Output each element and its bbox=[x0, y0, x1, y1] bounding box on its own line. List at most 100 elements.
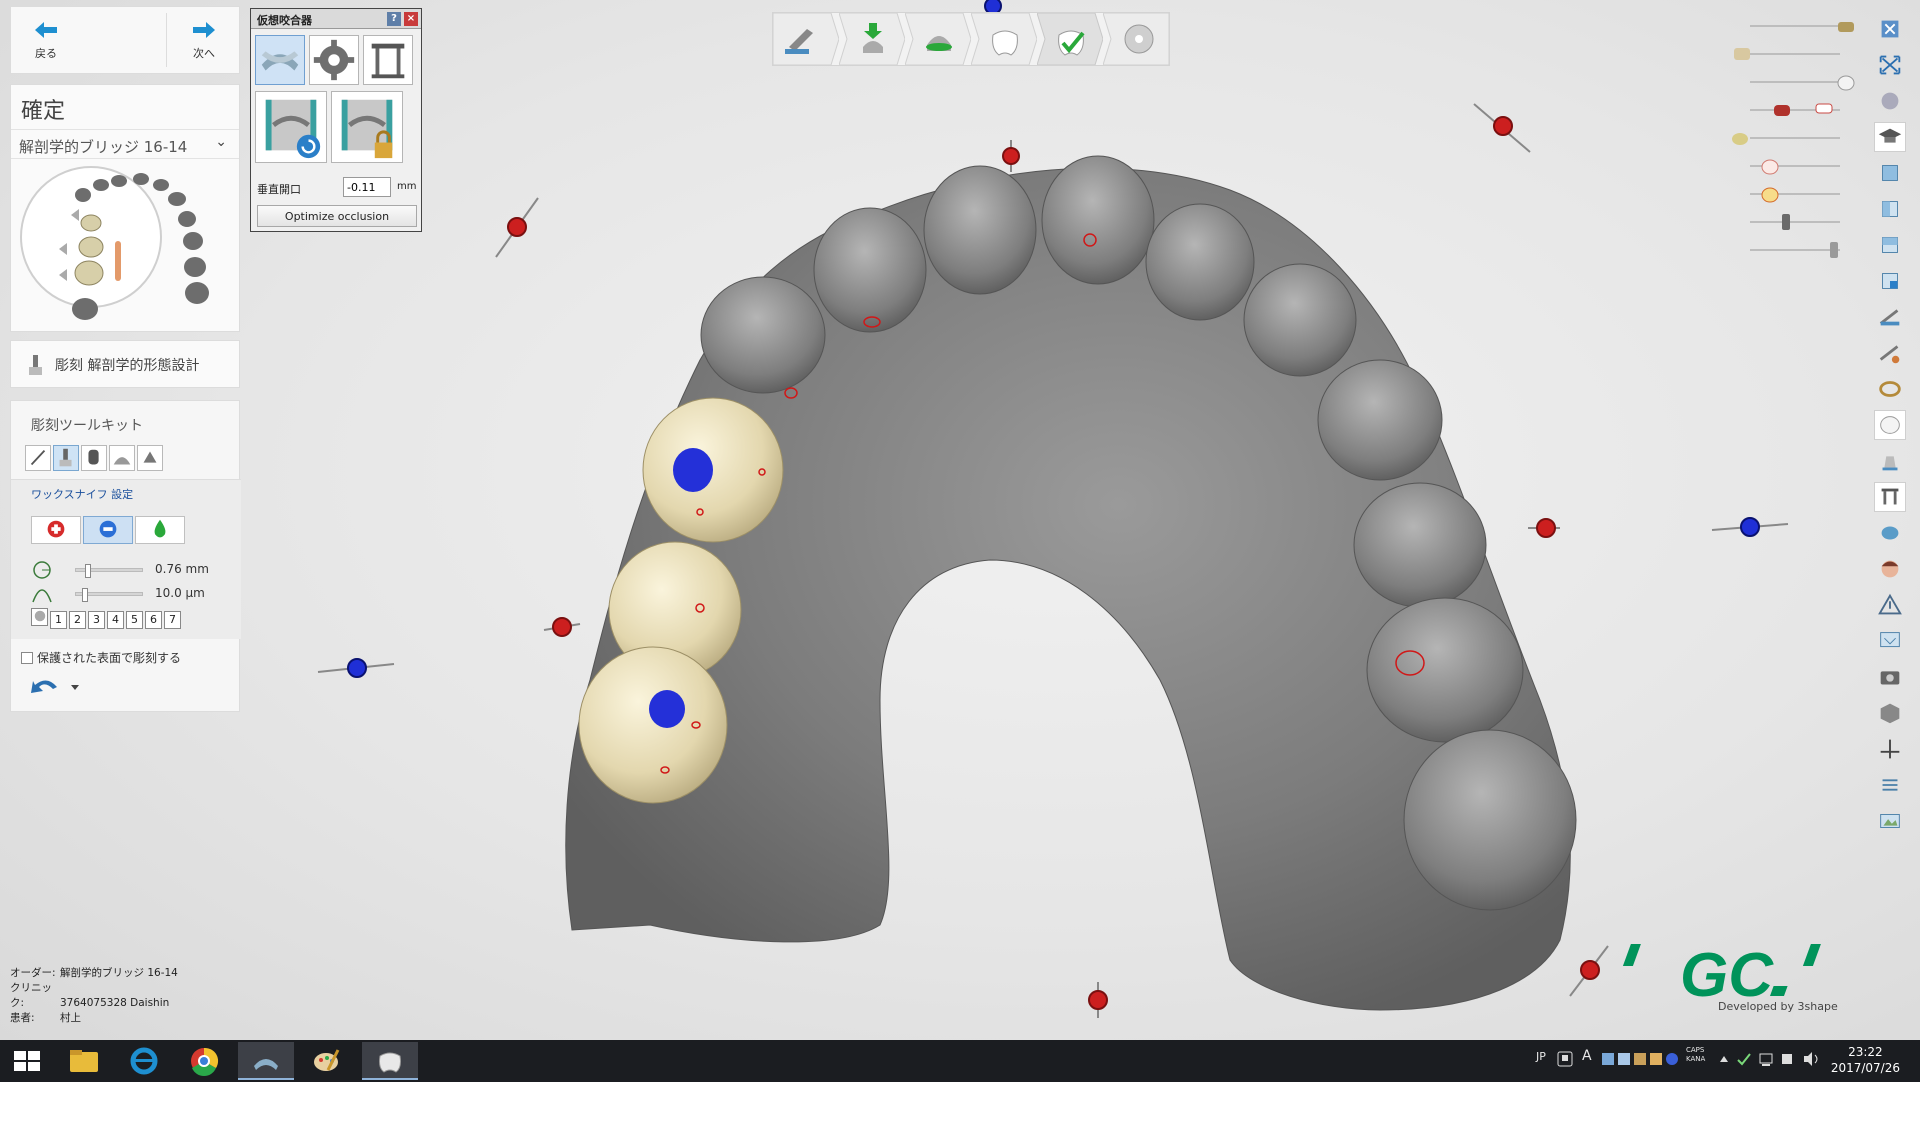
strength-slider-thumb[interactable] bbox=[82, 588, 89, 602]
workflow-step-insertion[interactable] bbox=[839, 13, 905, 65]
preset-button[interactable]: 5 bbox=[126, 611, 143, 629]
paint-button[interactable] bbox=[298, 1042, 354, 1080]
language-indicator[interactable]: JP bbox=[1536, 1050, 1546, 1063]
ring-tool-button[interactable] bbox=[1874, 374, 1906, 404]
camera-button[interactable] bbox=[1874, 662, 1906, 692]
ime-toolbar-icons[interactable] bbox=[1600, 1050, 1680, 1068]
face-view-button[interactable] bbox=[1874, 554, 1906, 584]
protect-surface-option[interactable]: 保護された表面で彫刻する bbox=[21, 649, 181, 666]
tool-smooth-button[interactable] bbox=[109, 445, 135, 471]
articulator-frame-button[interactable] bbox=[363, 35, 413, 85]
visibility-row-crown[interactable] bbox=[1736, 70, 1856, 94]
ime-mode[interactable]: A bbox=[1582, 1048, 1592, 1064]
add-material-button[interactable] bbox=[31, 516, 81, 544]
articulator-title: 仮想咬合器 bbox=[257, 14, 312, 27]
study-mode-button[interactable] bbox=[1874, 122, 1906, 152]
help-button[interactable]: ? bbox=[387, 12, 401, 26]
caps-label: CAPS bbox=[1686, 1046, 1705, 1054]
3d-object-button[interactable] bbox=[1874, 698, 1906, 728]
close-view-button[interactable] bbox=[1874, 14, 1906, 44]
ime-icon[interactable] bbox=[1556, 1050, 1574, 1068]
file-explorer-button[interactable] bbox=[56, 1042, 112, 1080]
taskbar-clock[interactable]: 23:22 2017/07/26 bbox=[1831, 1044, 1900, 1076]
view-side-button[interactable] bbox=[1874, 194, 1906, 224]
strength-slider[interactable] bbox=[75, 588, 143, 602]
visibility-row-implant[interactable] bbox=[1736, 210, 1856, 234]
view-top-button[interactable] bbox=[1874, 230, 1906, 260]
clip-plane-button[interactable] bbox=[1874, 338, 1906, 368]
tool-morph-button[interactable] bbox=[81, 445, 107, 471]
tooth-outline-icon bbox=[1880, 416, 1900, 434]
measure-button[interactable] bbox=[1874, 302, 1906, 332]
optimize-occlusion-button[interactable]: Optimize occlusion bbox=[257, 205, 417, 227]
fullscreen-button[interactable] bbox=[1874, 50, 1906, 80]
tooth-view-button[interactable] bbox=[1874, 410, 1906, 440]
tooth-app-taskbar-button[interactable] bbox=[362, 1042, 418, 1080]
scan-view-button[interactable] bbox=[1874, 518, 1906, 548]
preset-button[interactable]: 7 bbox=[164, 611, 181, 629]
chrome-button[interactable] bbox=[176, 1042, 232, 1080]
snapshot-button[interactable] bbox=[1874, 806, 1906, 836]
toolkit-title: 彫刻ツールキット bbox=[31, 418, 143, 434]
visibility-row-upper-model[interactable] bbox=[1734, 42, 1856, 66]
start-button[interactable] bbox=[0, 1042, 56, 1080]
workflow-step-margin[interactable] bbox=[905, 13, 971, 65]
close-button[interactable]: × bbox=[404, 12, 418, 26]
view-reset-button[interactable] bbox=[1874, 86, 1906, 116]
tooth-chart[interactable] bbox=[19, 165, 229, 325]
smooth-material-button[interactable] bbox=[135, 516, 185, 544]
warning-button[interactable] bbox=[1874, 590, 1906, 620]
articulator-reset-button[interactable] bbox=[255, 91, 327, 163]
visibility-row-margin[interactable] bbox=[1736, 182, 1856, 206]
monitor-icon bbox=[1880, 632, 1900, 648]
size-slider[interactable] bbox=[75, 564, 143, 578]
sculpt-mode-row[interactable]: 彫刻 解剖学的形態設計 bbox=[10, 340, 240, 388]
visibility-row-tooth[interactable] bbox=[1736, 154, 1856, 178]
workflow-step-save[interactable] bbox=[1103, 13, 1169, 65]
vertical-opening-input[interactable] bbox=[343, 177, 391, 197]
workflow-step-anatomy[interactable] bbox=[971, 13, 1037, 65]
articulator-model-button[interactable] bbox=[255, 35, 305, 85]
workflow-step-prep[interactable] bbox=[773, 13, 839, 65]
articulator-settings-button[interactable] bbox=[309, 35, 359, 85]
protect-surface-checkbox[interactable] bbox=[21, 652, 33, 664]
preset-button[interactable]: 3 bbox=[88, 611, 105, 629]
tool-wax-knife-button[interactable] bbox=[53, 445, 79, 471]
remove-material-button[interactable] bbox=[83, 516, 133, 544]
articulator-reset-icon bbox=[265, 99, 321, 159]
notes-button[interactable] bbox=[1874, 770, 1906, 800]
preset-button[interactable]: 2 bbox=[69, 611, 86, 629]
view-bottom-button[interactable] bbox=[1874, 266, 1906, 296]
tool-anatomy-button[interactable] bbox=[137, 445, 163, 471]
folder-icon bbox=[70, 1050, 98, 1072]
preset-sphere-button[interactable] bbox=[31, 608, 48, 626]
axis-button[interactable] bbox=[1874, 734, 1906, 764]
visibility-row-abutment[interactable] bbox=[1736, 238, 1856, 262]
next-button[interactable]: 次へ bbox=[169, 7, 239, 73]
size-slider-thumb[interactable] bbox=[85, 564, 92, 578]
order-dropdown[interactable]: 解剖学的ブリッジ 16-14 ⌄ bbox=[11, 129, 239, 159]
visibility-row-gingiva[interactable] bbox=[1736, 98, 1856, 122]
internet-explorer-button[interactable] bbox=[116, 1042, 172, 1080]
preset-button[interactable]: 4 bbox=[107, 611, 124, 629]
clinic-value: 3764075328 Daishin bbox=[60, 997, 170, 1009]
undo-button[interactable] bbox=[27, 673, 87, 699]
workflow-step-confirm[interactable] bbox=[1037, 13, 1103, 65]
dental-system-taskbar-button[interactable] bbox=[238, 1042, 294, 1080]
visibility-row-die[interactable] bbox=[1732, 126, 1856, 150]
minus-circle-icon bbox=[99, 520, 117, 538]
screen-button[interactable] bbox=[1874, 626, 1906, 656]
articulator-view-button[interactable] bbox=[1874, 482, 1906, 512]
tool-knife-button[interactable] bbox=[25, 445, 51, 471]
abutment-view-button[interactable] bbox=[1874, 446, 1906, 476]
view-front-button[interactable] bbox=[1874, 158, 1906, 188]
articulator-lock-button[interactable] bbox=[331, 91, 403, 163]
preset-button[interactable]: 1 bbox=[50, 611, 67, 629]
preset-button[interactable]: 6 bbox=[145, 611, 162, 629]
system-tray-icons[interactable] bbox=[1716, 1050, 1826, 1068]
visibility-row-antagonist[interactable] bbox=[1736, 14, 1856, 38]
abutment-icon bbox=[1830, 242, 1838, 258]
wax-knife-icon bbox=[59, 448, 72, 467]
clinic-label: クリニック: bbox=[10, 982, 52, 1009]
back-button[interactable]: 戻る bbox=[11, 7, 81, 73]
